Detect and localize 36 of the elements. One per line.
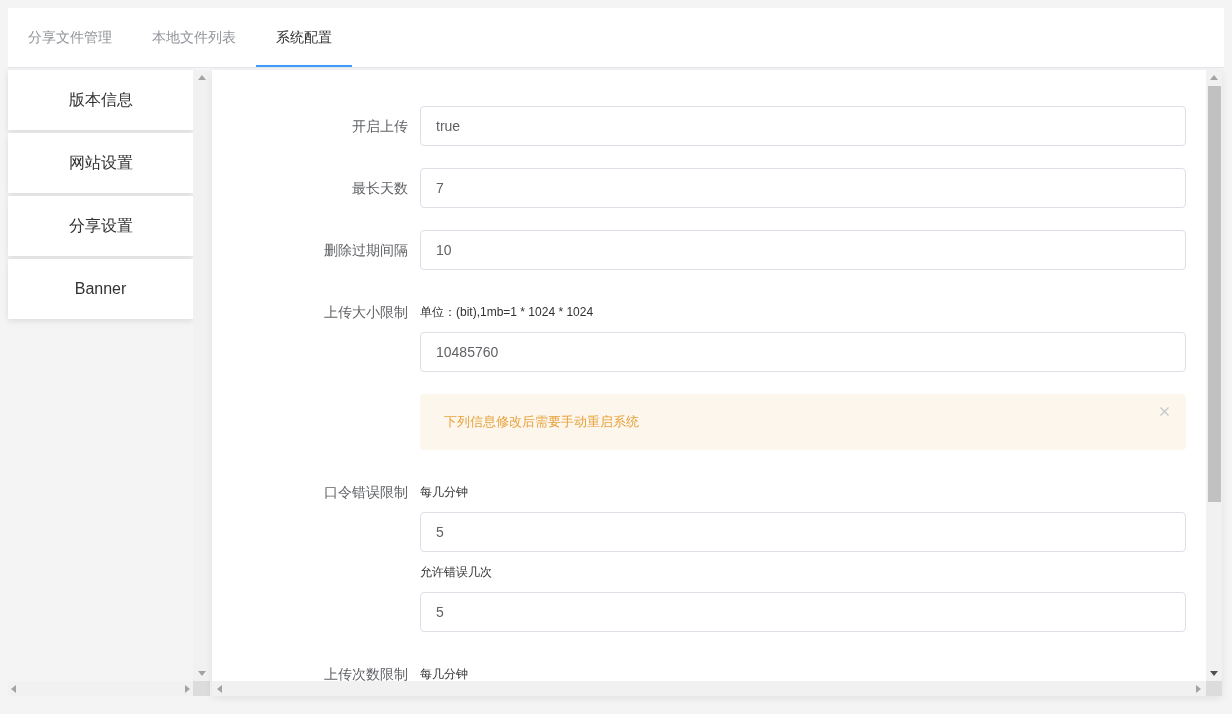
sidebar-item[interactable]: 分享设置 bbox=[8, 196, 193, 256]
tab[interactable]: 系统配置 bbox=[256, 8, 352, 67]
field-label: 删除过期间隔 bbox=[323, 241, 409, 260]
vertical-scrollbar[interactable] bbox=[1206, 70, 1222, 681]
scroll-left-icon[interactable] bbox=[217, 684, 222, 693]
input-field[interactable]: 10485760 bbox=[420, 332, 1186, 372]
sidebar-item[interactable]: 版本信息 bbox=[8, 70, 193, 130]
scrollbar-corner bbox=[193, 681, 210, 696]
field-label: 上传大小限制 bbox=[323, 303, 409, 322]
input-field[interactable]: 5 bbox=[420, 592, 1186, 632]
field-label: 最长天数 bbox=[351, 179, 409, 198]
horizontal-scrollbar[interactable] bbox=[212, 681, 1206, 696]
field-label: 开启上传 bbox=[351, 117, 409, 136]
scrollbar-thumb[interactable] bbox=[1207, 86, 1221, 502]
input-field[interactable]: true bbox=[420, 106, 1186, 146]
field-hint: 每几分钟 bbox=[420, 484, 468, 501]
sidebar-item[interactable]: 网站设置 bbox=[8, 133, 193, 193]
input-field[interactable]: 10 bbox=[420, 230, 1186, 270]
field-hint: 允许错误几次 bbox=[420, 564, 492, 581]
input-field[interactable]: 7 bbox=[420, 168, 1186, 208]
field-label: 口令错误限制 bbox=[323, 483, 409, 502]
input-field[interactable]: 5 bbox=[420, 512, 1186, 552]
field-label: 上传次数限制 bbox=[323, 665, 409, 681]
scroll-up-icon[interactable] bbox=[197, 75, 206, 80]
field-hint: 单位：(bit),1mb=1 * 1024 * 1024 bbox=[420, 304, 594, 321]
field-hint: 每几分钟 bbox=[420, 666, 468, 681]
tab[interactable]: 分享文件管理 bbox=[8, 8, 132, 67]
scroll-right-icon[interactable] bbox=[185, 684, 190, 693]
alert-message: 下列信息修改后需要手动重启系统 bbox=[444, 413, 639, 432]
scrollbar-corner bbox=[1206, 681, 1222, 696]
sidebar-item[interactable]: Banner bbox=[8, 259, 193, 319]
scroll-up-icon[interactable] bbox=[1210, 75, 1218, 80]
scroll-down-icon[interactable] bbox=[1210, 671, 1218, 676]
close-icon[interactable] bbox=[1160, 407, 1169, 416]
scroll-left-icon[interactable] bbox=[11, 684, 16, 693]
scroll-right-icon[interactable] bbox=[1196, 684, 1201, 693]
